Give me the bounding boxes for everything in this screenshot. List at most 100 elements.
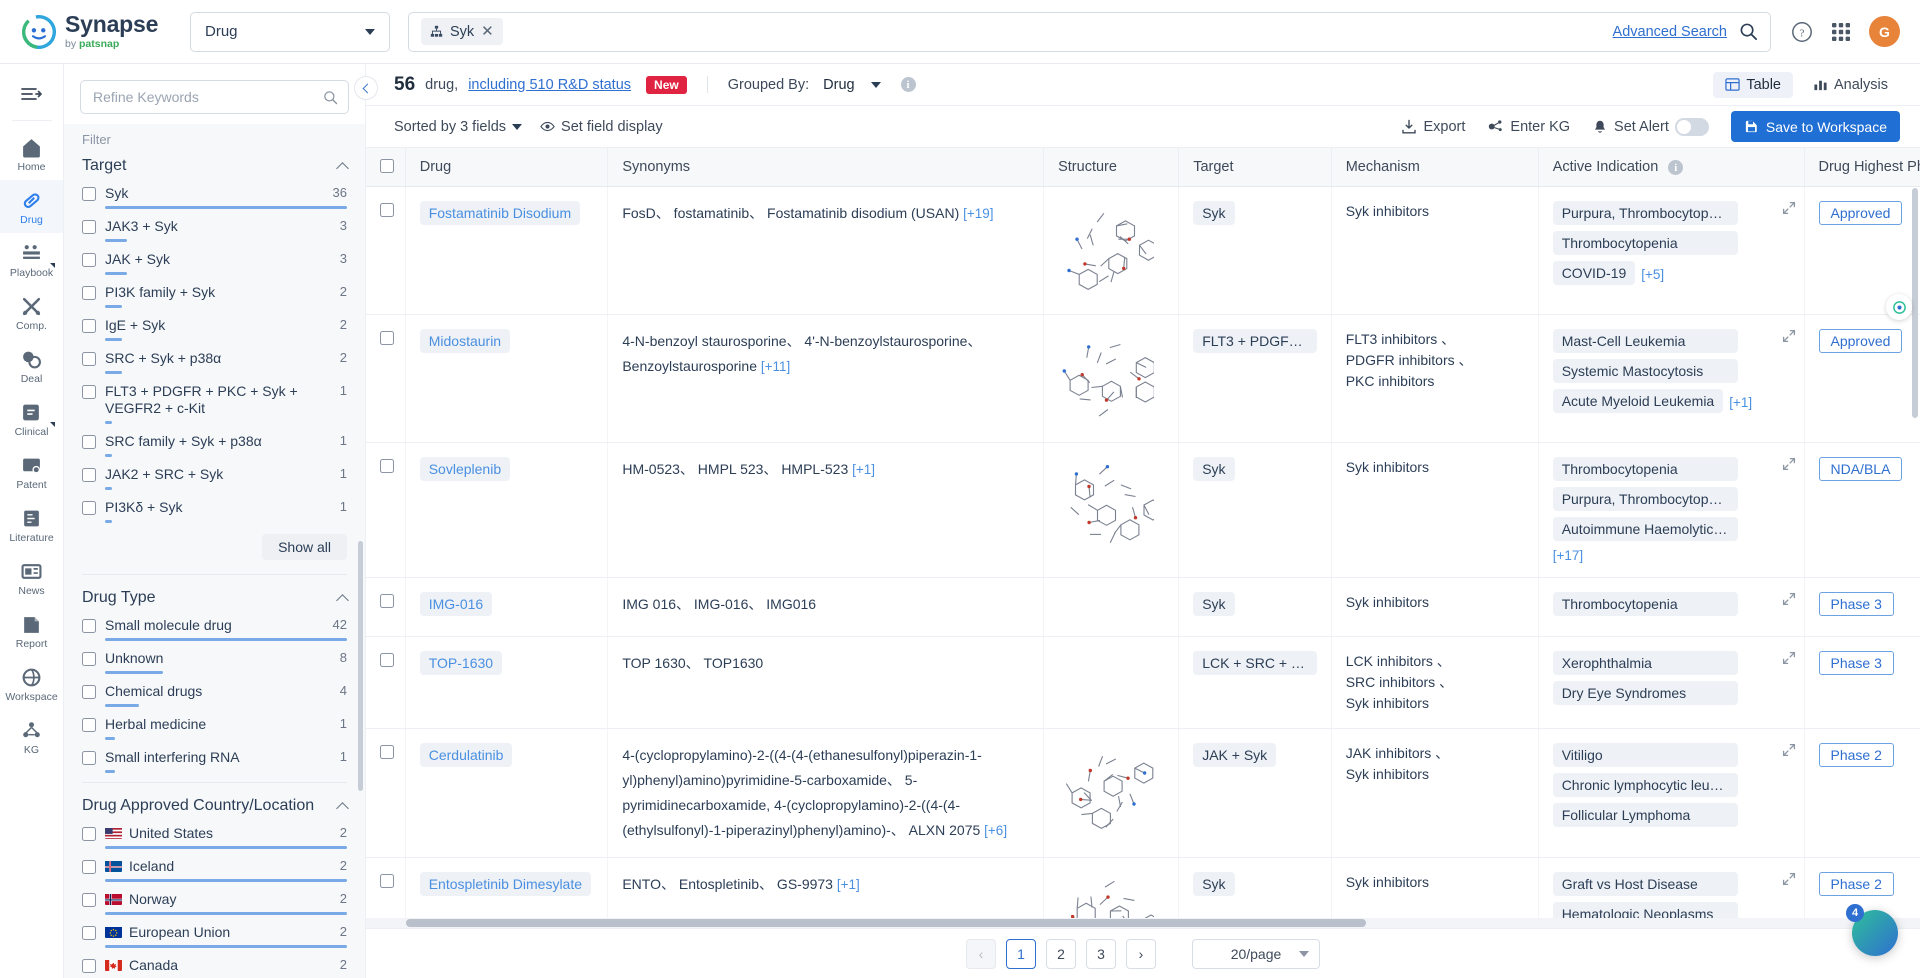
target-pill[interactable]: Syk xyxy=(1193,591,1235,616)
expand-icon[interactable] xyxy=(1782,743,1796,757)
filter-option[interactable]: Herbal medicine 1 xyxy=(82,714,347,747)
col-mechanism[interactable]: Mechanism xyxy=(1331,148,1539,187)
rail-item-home[interactable]: Home xyxy=(0,127,63,180)
refine-keywords-box[interactable] xyxy=(80,80,349,114)
filter-option[interactable]: Unknown 8 xyxy=(82,648,347,681)
rail-item-comp[interactable]: Comp. xyxy=(0,286,63,339)
synonyms-more-link[interactable]: [+19] xyxy=(963,206,993,221)
set-field-display-button[interactable]: Set field display xyxy=(540,119,663,135)
rail-item-report[interactable]: Report xyxy=(0,604,63,657)
export-button[interactable]: Export xyxy=(1401,119,1465,135)
rd-status-link[interactable]: including 510 R&D status xyxy=(468,77,631,93)
filter-checkbox[interactable] xyxy=(82,286,96,300)
tab-analysis[interactable]: Analysis xyxy=(1801,72,1900,98)
filter-checkbox[interactable] xyxy=(82,187,96,201)
filter-option[interactable]: FLT3 + PDGFR + PKC + Syk + VEGFR2 + c-Ki… xyxy=(82,381,347,431)
prev-page-button[interactable]: ‹ xyxy=(966,938,996,969)
panel-collapse-toggle[interactable] xyxy=(354,76,378,100)
table-row[interactable]: IMG-016 IMG 016、 IMG-016、 IMG016 Syk Syk i… xyxy=(366,577,1920,637)
phase-tag[interactable]: Phase 3 xyxy=(1818,650,1894,675)
col-target[interactable]: Target xyxy=(1178,148,1332,187)
show-all-button[interactable]: Show all xyxy=(262,534,347,560)
rail-item-playbook[interactable]: Playbook xyxy=(0,233,63,286)
indication-pill[interactable]: Thrombocytopenia xyxy=(1552,456,1738,481)
filter-checkbox[interactable] xyxy=(82,501,96,515)
row-checkbox[interactable] xyxy=(380,744,394,759)
brand-logo-block[interactable]: Synapse by patsnap xyxy=(22,13,172,50)
col-drug[interactable]: Drug xyxy=(405,148,609,187)
expand-icon[interactable] xyxy=(1782,592,1796,606)
phase-tag[interactable]: Phase 3 xyxy=(1818,591,1894,616)
filter-option[interactable]: SRC family + Syk + p38α 1 xyxy=(82,431,347,464)
rail-item-deal[interactable]: Deal xyxy=(0,339,63,392)
phase-tag[interactable]: Phase 2 xyxy=(1818,871,1894,896)
target-pill[interactable]: LCK + SRC + S... xyxy=(1193,650,1317,675)
indication-pill[interactable]: Follicular Lymphoma xyxy=(1552,802,1738,827)
expand-icon[interactable] xyxy=(1782,651,1796,665)
filter-checkbox[interactable] xyxy=(82,893,96,907)
search-chip-syk[interactable]: Syk ✕ xyxy=(421,18,503,45)
filter-checkbox[interactable] xyxy=(82,652,96,666)
filter-checkbox[interactable] xyxy=(82,860,96,874)
target-pill[interactable]: Syk xyxy=(1193,456,1235,481)
results-table-wrap[interactable]: Drug Synonyms Structure Target Mechanism… xyxy=(366,148,1920,928)
filter-checkbox[interactable] xyxy=(82,220,96,234)
filter-option[interactable]: PI3K family + Syk 2 xyxy=(82,282,347,315)
drug-name-link[interactable]: Cerdulatinib xyxy=(419,742,513,767)
indication-pill[interactable]: Systemic Mastocytosis xyxy=(1552,358,1738,383)
floating-assistant-icon[interactable] xyxy=(1886,294,1912,320)
synonyms-more-link[interactable]: [+6] xyxy=(984,823,1007,838)
col-structure[interactable]: Structure xyxy=(1043,148,1180,187)
phase-tag[interactable]: Approved xyxy=(1818,200,1903,225)
entity-type-select[interactable]: Drug xyxy=(190,11,390,52)
filter-scrollbar[interactable] xyxy=(358,541,363,791)
expand-icon[interactable] xyxy=(1782,201,1796,215)
next-page-button[interactable]: › xyxy=(1126,938,1156,969)
rail-item-drug[interactable]: Drug xyxy=(0,180,63,233)
advanced-search-link[interactable]: Advanced Search xyxy=(1613,24,1727,40)
table-vertical-scrollbar[interactable] xyxy=(1912,188,1918,418)
row-checkbox[interactable] xyxy=(380,330,394,345)
help-icon[interactable]: ? xyxy=(1791,21,1813,43)
indication-pill[interactable]: COVID-19 xyxy=(1552,260,1636,285)
filter-option[interactable]: Norway 2 xyxy=(82,889,347,922)
rail-item-clinical[interactable]: Clinical xyxy=(0,392,63,445)
rail-item-workspace[interactable]: Workspace xyxy=(0,657,63,710)
filter-checkbox[interactable] xyxy=(82,827,96,841)
table-row[interactable]: Midostaurin 4-N-benzoyl staurosporine、 4'… xyxy=(366,314,1920,443)
filter-option[interactable]: United States 2 xyxy=(82,823,347,856)
table-row[interactable]: Cerdulatinib 4-(cyclopropylamino)-2-((4-(… xyxy=(366,728,1920,858)
filter-option[interactable]: PI3Kδ + Syk 1 xyxy=(82,497,347,530)
select-all-checkbox[interactable] xyxy=(380,158,394,173)
indication-pill[interactable]: Purpura, Thrombocytopeni... xyxy=(1552,200,1738,225)
set-alert-toggle[interactable] xyxy=(1674,117,1709,136)
rail-collapse-button[interactable] xyxy=(0,72,63,116)
indication-pill[interactable]: Acute Myeloid Leukemia xyxy=(1552,388,1724,413)
chevron-down-icon[interactable] xyxy=(870,81,881,88)
row-checkbox[interactable] xyxy=(380,652,394,667)
table-horizontal-scrollbar[interactable] xyxy=(366,918,1920,928)
page-button-1[interactable]: 1 xyxy=(1006,938,1036,969)
indication-pill[interactable]: Thrombocytopenia xyxy=(1552,591,1738,616)
grouped-by-value[interactable]: Drug xyxy=(823,77,854,93)
row-checkbox[interactable] xyxy=(380,458,394,473)
indication-pill[interactable]: Purpura, Thrombocytopeni... xyxy=(1552,486,1738,511)
col-drug-highest-phase[interactable]: Drug Highest Phase i xyxy=(1804,148,1920,187)
filter-group-header[interactable]: Drug Type xyxy=(82,583,349,615)
filter-option[interactable]: JAK + Syk 3 xyxy=(82,249,347,282)
filter-group-header[interactable]: Target xyxy=(82,151,349,183)
expand-icon[interactable] xyxy=(1782,329,1796,343)
filter-option[interactable]: Small molecule drug 42 xyxy=(82,615,347,648)
col-synonyms[interactable]: Synonyms xyxy=(607,148,1045,187)
indication-more-link[interactable]: [+1] xyxy=(1729,395,1752,410)
filter-checkbox[interactable] xyxy=(82,319,96,333)
drug-name-link[interactable]: IMG-016 xyxy=(419,591,493,616)
target-pill[interactable]: FLT3 + PDGFR... xyxy=(1193,328,1317,353)
indication-more-link[interactable]: [+5] xyxy=(1641,267,1664,282)
expand-icon[interactable] xyxy=(1782,457,1796,471)
info-icon[interactable]: i xyxy=(900,77,916,92)
filter-checkbox[interactable] xyxy=(82,685,96,699)
filter-checkbox[interactable] xyxy=(82,718,96,732)
indication-pill[interactable]: Graft vs Host Disease xyxy=(1552,871,1738,896)
scrollbar-thumb[interactable] xyxy=(406,919,1366,927)
